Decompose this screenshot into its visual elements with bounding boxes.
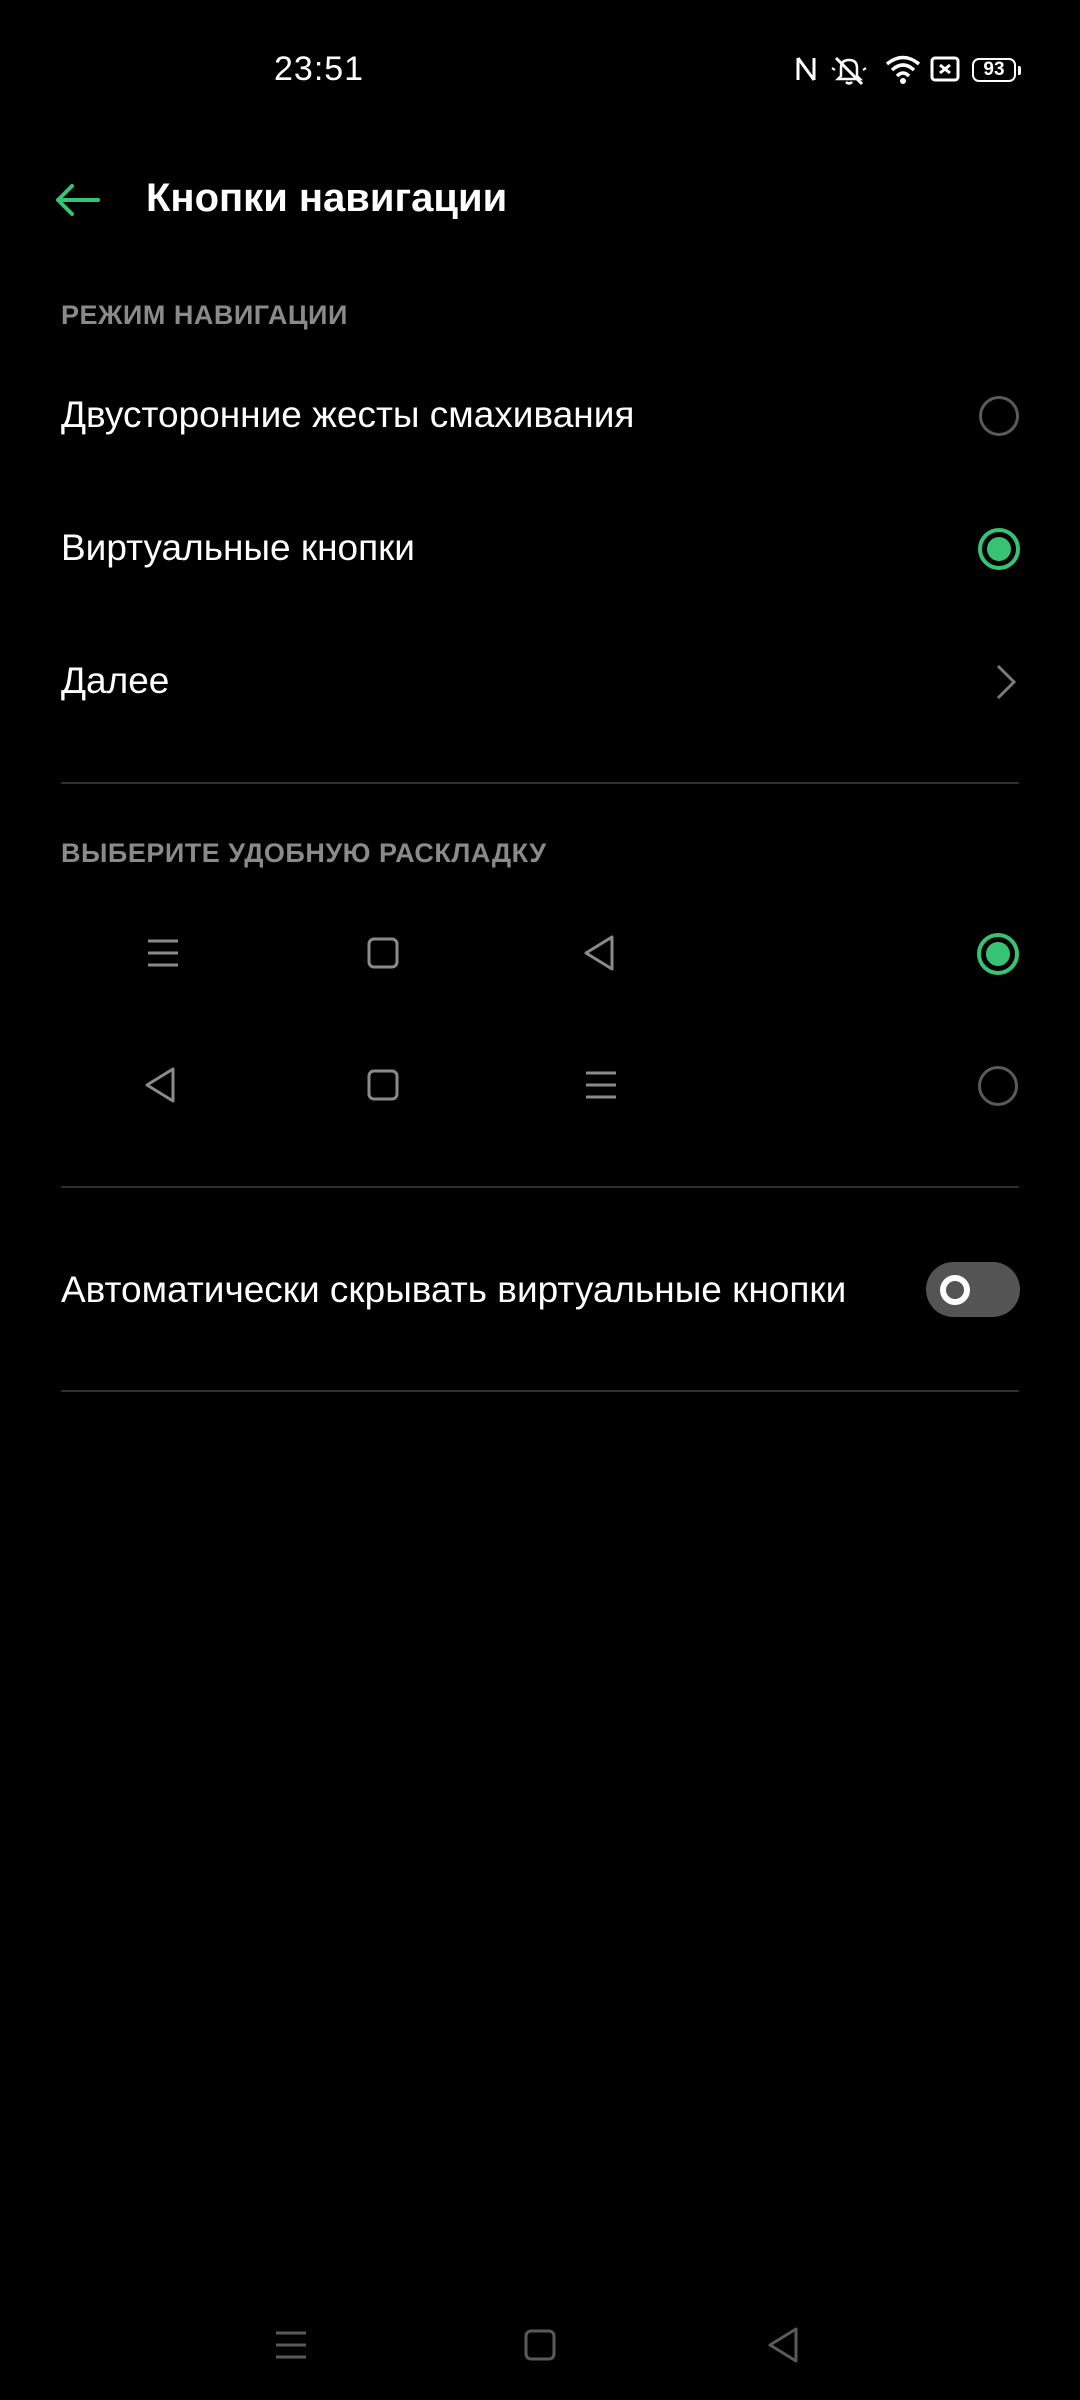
auto-hide-row[interactable]: Автоматически скрывать виртуальные кнопк…	[0, 1244, 1080, 1336]
menu-icon[interactable]	[274, 2328, 308, 2362]
menu-icon	[148, 939, 178, 967]
toggle-knob	[940, 1275, 970, 1305]
option-swipe-gestures[interactable]: Двусторонние жесты смахивания	[0, 370, 1080, 462]
more-label: Далее	[61, 660, 170, 701]
back-button[interactable]	[50, 170, 104, 230]
section-title-layout: ВЫБЕРИТЕ УДОБНУЮ РАСКЛАДКУ	[61, 838, 547, 868]
page-title: Кнопки навигации	[146, 176, 508, 220]
back-triangle-icon	[584, 935, 614, 971]
screen-record-icon	[930, 56, 960, 82]
more-settings-row[interactable]: Далее	[0, 636, 1080, 728]
status-time: 23:51	[274, 50, 365, 88]
mute-icon	[831, 56, 867, 86]
back-triangle-icon[interactable]	[766, 2326, 800, 2364]
auto-hide-label: Автоматически скрывать виртуальные кнопк…	[61, 1269, 847, 1310]
back-triangle-icon	[145, 1067, 175, 1103]
auto-hide-toggle[interactable]	[926, 1262, 1020, 1317]
menu-icon	[586, 1071, 616, 1099]
option-label: Двусторонние жесты смахивания	[61, 394, 635, 435]
back-arrow-icon	[56, 184, 100, 216]
wifi-icon	[885, 55, 921, 84]
home-square-icon[interactable]	[523, 2328, 557, 2362]
divider	[61, 782, 1019, 784]
layout-option-2[interactable]	[0, 1040, 1080, 1132]
layout-option-1[interactable]	[0, 908, 1080, 1000]
system-nav-bar	[0, 2300, 1080, 2400]
nfc-icon	[796, 57, 816, 81]
chevron-right-icon	[996, 664, 1017, 700]
radio-selected[interactable]	[978, 528, 1020, 570]
section-title-navigation-mode: РЕЖИМ НАВИГАЦИИ	[61, 300, 348, 330]
radio-unselected[interactable]	[979, 396, 1019, 436]
home-square-icon	[367, 1069, 399, 1101]
option-virtual-buttons[interactable]: Виртуальные кнопки	[0, 503, 1080, 595]
option-label: Виртуальные кнопки	[61, 527, 415, 568]
radio-unselected[interactable]	[978, 1066, 1018, 1106]
divider	[61, 1390, 1019, 1392]
battery-icon: 93	[972, 58, 1021, 82]
radio-selected[interactable]	[977, 933, 1019, 975]
divider	[61, 1186, 1019, 1188]
home-square-icon	[367, 937, 399, 969]
